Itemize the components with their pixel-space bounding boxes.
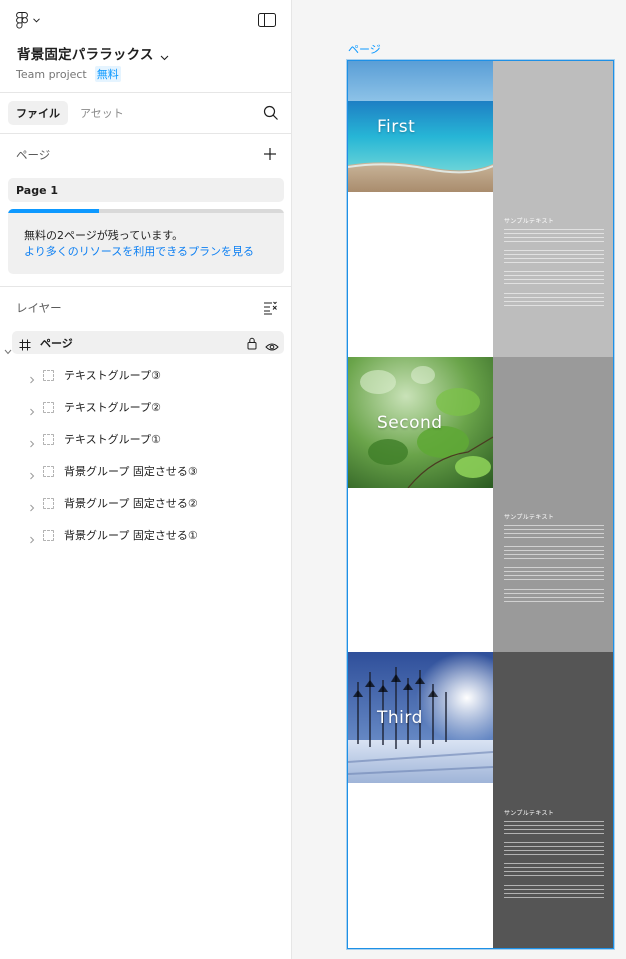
layer-label: ページ <box>40 337 73 350</box>
frame-label[interactable]: ページ <box>348 41 381 57</box>
toggle-sidebar-button[interactable] <box>258 12 276 28</box>
sample-text-paragraph <box>504 821 604 837</box>
sample-text-paragraph <box>504 863 604 879</box>
upsell-banner: 無料の2ページが残っています。 より多くのリソースを利用できるプランを見る <box>8 209 284 274</box>
chevron-down-icon <box>33 17 40 23</box>
sample-text-paragraph <box>504 250 604 266</box>
layer-label: テキストグループ② <box>64 401 161 414</box>
text-panel[interactable]: サンプルテキスト <box>493 652 613 948</box>
file-title[interactable]: 背景固定パララックス <box>17 43 154 63</box>
pages-usage-progress-fill <box>8 209 100 213</box>
layer-row[interactable]: 背景グループ 固定させる① <box>12 524 284 546</box>
sample-text-title: サンプルテキスト <box>504 514 555 521</box>
chevron-right-icon[interactable] <box>28 402 36 416</box>
divider <box>0 92 292 93</box>
layer-label: テキストグループ③ <box>64 369 161 382</box>
pages-usage-progress <box>8 209 284 213</box>
group-icon <box>43 529 54 541</box>
group-icon <box>43 433 54 445</box>
group-icon <box>43 497 54 509</box>
tab-assets[interactable]: アセット <box>72 101 132 125</box>
layer-label: 背景グループ 固定させる③ <box>64 465 198 478</box>
selected-frame[interactable]: First サンプルテキスト Second サンプルテキスト Third サンプ… <box>348 61 613 948</box>
chevron-right-icon[interactable] <box>28 466 36 480</box>
sample-text-paragraph <box>504 546 604 562</box>
group-icon <box>43 401 54 413</box>
divider <box>0 133 292 134</box>
text-panel[interactable]: サンプルテキスト <box>493 357 613 653</box>
project-name[interactable]: Team project <box>16 68 87 81</box>
sample-text-paragraph <box>504 525 604 541</box>
lock-icon[interactable] <box>246 335 258 350</box>
eye-icon[interactable] <box>265 337 279 351</box>
layer-row[interactable]: テキストグループ② <box>12 396 284 418</box>
upgrade-plan-link[interactable]: より多くのリソースを利用できるプランを見る <box>24 243 254 259</box>
plus-icon <box>263 146 277 165</box>
sidebar-topbar <box>0 0 292 40</box>
divider <box>0 286 292 287</box>
chevron-right-icon[interactable] <box>28 434 36 448</box>
chevron-down-icon[interactable] <box>4 340 12 355</box>
sample-text-paragraph <box>504 271 604 287</box>
list-collapse-icon <box>263 300 278 319</box>
project-info: Team project 無料 <box>16 66 121 82</box>
figma-logo-icon <box>16 11 28 29</box>
layers-section-title: レイヤー <box>16 301 62 315</box>
section-second[interactable]: Second サンプルテキスト <box>348 357 613 653</box>
sample-text-paragraph <box>504 293 604 309</box>
section-third[interactable]: Third サンプルテキスト <box>348 652 613 948</box>
sample-text-title: サンプルテキスト <box>504 218 555 225</box>
tab-file[interactable]: ファイル <box>8 101 68 125</box>
frame-icon <box>19 336 31 351</box>
chevron-right-icon[interactable] <box>28 370 36 384</box>
chevron-right-icon[interactable] <box>28 530 36 544</box>
main-menu-button[interactable] <box>16 11 46 29</box>
chevron-right-icon[interactable] <box>28 498 36 512</box>
sample-text-title: サンプルテキスト <box>504 810 555 817</box>
group-icon <box>43 465 54 477</box>
add-page-button[interactable] <box>263 146 277 160</box>
layer-label: テキストグループ① <box>64 433 161 446</box>
hero-image-beach[interactable]: First <box>348 61 493 192</box>
sample-text-paragraph <box>504 842 604 858</box>
section-first[interactable]: First サンプルテキスト <box>348 61 613 357</box>
sidebar-tabs: ファイル アセット <box>8 101 132 125</box>
plan-badge[interactable]: 無料 <box>94 66 121 82</box>
text-panel[interactable]: サンプルテキスト <box>493 61 613 357</box>
sample-text-paragraph <box>504 567 604 583</box>
layer-row[interactable]: 背景グループ 固定させる③ <box>12 460 284 482</box>
hero-title: First <box>377 117 416 137</box>
sample-text-paragraph <box>504 229 604 245</box>
search-icon[interactable] <box>263 105 279 121</box>
file-menu-chevron-icon[interactable] <box>160 46 170 61</box>
group-icon <box>43 369 54 381</box>
layer-row[interactable]: テキストグループ③ <box>12 364 284 386</box>
layer-label: 背景グループ 固定させる② <box>64 497 198 510</box>
layer-label: 背景グループ 固定させる① <box>64 529 198 542</box>
hero-image-leaves[interactable]: Second <box>348 357 493 488</box>
hero-image-winter-forest[interactable]: Third <box>348 652 493 783</box>
left-sidebar: 背景固定パララックス Team project 無料 ファイル アセット ページ… <box>0 0 292 959</box>
sample-text-paragraph <box>504 885 604 901</box>
sidebar-toggle-icon <box>258 12 276 31</box>
page-item-page-1[interactable]: Page 1 <box>8 178 284 202</box>
layer-options-button[interactable] <box>263 300 278 315</box>
layer-row[interactable]: テキストグループ① <box>12 428 284 450</box>
layer-row[interactable]: 背景グループ 固定させる② <box>12 492 284 514</box>
hero-title: Third <box>377 708 423 728</box>
hero-title: Second <box>377 413 443 433</box>
pages-section-title: ページ <box>16 148 51 162</box>
upsell-message: 無料の2ページが残っています。 <box>24 229 184 242</box>
sample-text-paragraph <box>504 589 604 605</box>
